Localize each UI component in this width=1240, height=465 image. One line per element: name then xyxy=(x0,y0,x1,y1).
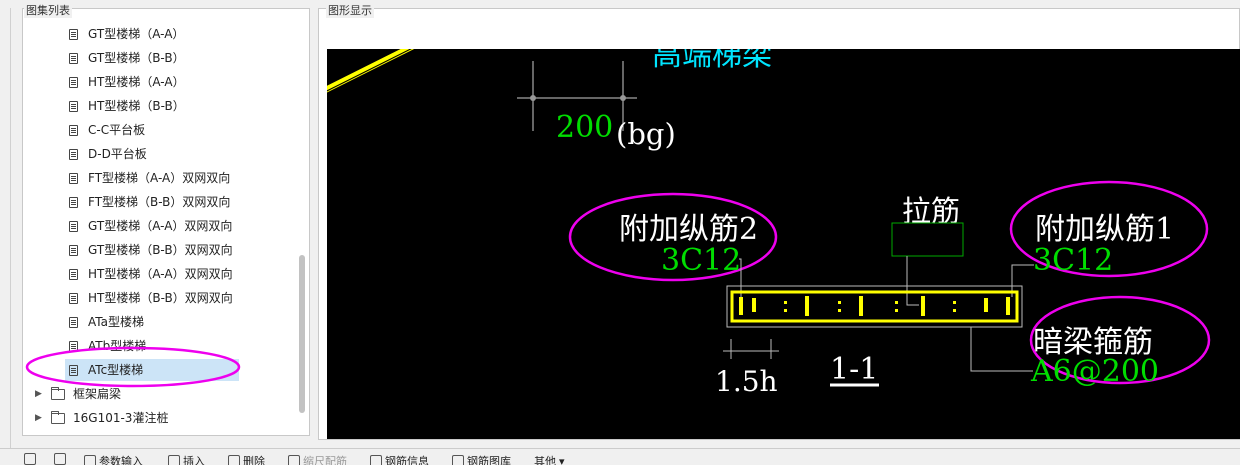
tree-item[interactable]: HT型楼梯（B-B） xyxy=(69,95,185,117)
stirrup-value: A6@200 xyxy=(1030,354,1159,389)
tree-item[interactable]: HT型楼梯（A-A）双网双向 xyxy=(69,263,233,285)
scale-rebar-button[interactable]: 缩尺配筋 xyxy=(288,453,347,465)
tree-item-label: HT型楼梯（A-A）双网双向 xyxy=(88,263,233,285)
section-label: 1-1 xyxy=(830,352,878,387)
document-icon xyxy=(69,317,78,328)
dim-node-left xyxy=(530,95,536,101)
selection-highlight-ellipse xyxy=(26,346,246,388)
tie-bar-leader xyxy=(907,256,919,305)
chevron-down-icon: ▾ xyxy=(559,455,565,465)
rebar-info-label: 钢筋信息 xyxy=(385,453,429,465)
expand-icon[interactable] xyxy=(24,453,36,465)
bottom-toolbar: 参数输入 插入 删除 缩尺配筋 钢筋信息 钢筋图库 其他▾ xyxy=(0,448,1240,465)
dim-suffix-bg: (bg) xyxy=(616,117,676,151)
tree-item[interactable]: FT型楼梯（A-A）双网双向 xyxy=(69,167,230,189)
tree-item-label: GT型楼梯（B-B）双网双向 xyxy=(88,239,233,261)
other-menu-button[interactable]: 其他▾ xyxy=(534,453,565,465)
document-icon xyxy=(69,293,78,304)
chevron-right-icon[interactable]: ▶ xyxy=(35,407,45,429)
param-input-label: 参数输入 xyxy=(99,453,143,465)
tree-item-label: FT型楼梯（B-B）双网双向 xyxy=(88,191,230,213)
drawing-canvas[interactable]: 高端梯梁 200 (bg) 拉筋 附加纵筋2 3C12 附加纵筋1 3C12 xyxy=(327,49,1240,439)
rebar-dots xyxy=(739,296,1010,316)
other-menu-label: 其他 xyxy=(534,453,556,465)
tree-item[interactable]: HT型楼梯（A-A） xyxy=(69,71,185,93)
tree-item[interactable]: GT型楼梯（B-B） xyxy=(69,47,185,69)
tree-item[interactable]: HT型楼梯（B-B）双网双向 xyxy=(69,287,233,309)
tree-item-label: C-C平台板 xyxy=(88,119,145,141)
document-icon xyxy=(69,101,78,112)
dim-node-right xyxy=(620,95,626,101)
insert-button[interactable]: 插入 xyxy=(168,453,205,465)
rebar-library-button[interactable]: 钢筋图库 xyxy=(452,453,511,465)
document-icon xyxy=(69,197,78,208)
tree-item-label: HT型楼梯（B-B）双网双向 xyxy=(88,287,233,309)
document-icon xyxy=(69,29,78,40)
delete-button[interactable]: 删除 xyxy=(228,453,265,465)
add-rebar-1-label: 附加纵筋1 xyxy=(1035,212,1174,247)
stair-slab-edge-line xyxy=(327,49,417,93)
tree-item[interactable]: C-C平台板 xyxy=(69,119,145,141)
param-input-button[interactable]: 参数输入 xyxy=(84,453,143,465)
tree-item-label: HT型楼梯（A-A） xyxy=(88,71,185,93)
tree-item-label: FT型楼梯（A-A）双网双向 xyxy=(88,167,230,189)
rebar-info-button[interactable]: 钢筋信息 xyxy=(370,453,429,465)
document-icon xyxy=(69,125,78,136)
add-rebar-1-value: 3C12 xyxy=(1033,243,1113,278)
dim-value-200: 200 xyxy=(556,110,613,145)
stirrup-leader xyxy=(971,327,1033,371)
folder-icon xyxy=(51,389,65,400)
drawing-svg: 高端梯梁 200 (bg) 拉筋 附加纵筋2 3C12 附加纵筋1 3C12 xyxy=(327,49,1240,439)
collapse-icon[interactable] xyxy=(54,453,66,465)
document-icon xyxy=(69,53,78,64)
add-rebar-2-value: 3C12 xyxy=(661,243,741,278)
tree-item-label: GT型楼梯（B-B） xyxy=(88,47,185,69)
document-icon xyxy=(69,173,78,184)
document-icon xyxy=(69,77,78,88)
tree-item[interactable]: GT型楼梯（A-A）双网双向 xyxy=(69,215,232,237)
tree-item-label: ATa型楼梯 xyxy=(88,311,144,333)
rebar-library-label: 钢筋图库 xyxy=(467,453,511,465)
folder-16g101-3[interactable]: ▶ 16G101-3灌注桩 xyxy=(35,407,168,429)
tree-item-label: GT型楼梯（A-A） xyxy=(88,23,184,45)
document-icon xyxy=(69,221,78,232)
document-icon xyxy=(69,245,78,256)
tree-item[interactable]: GT型楼梯（A-A） xyxy=(69,23,184,45)
scale-rebar-label: 缩尺配筋 xyxy=(303,453,347,465)
insert-label: 插入 xyxy=(183,453,205,465)
tree-item[interactable]: ATa型楼梯 xyxy=(69,311,144,333)
tree-scrollbar[interactable] xyxy=(299,255,305,413)
folder-label: 16G101-3灌注桩 xyxy=(73,407,168,429)
document-icon xyxy=(69,269,78,280)
tree-item[interactable]: D-D平台板 xyxy=(69,143,147,165)
tree-item-label: D-D平台板 xyxy=(88,143,147,165)
atlas-list-title: 图集列表 xyxy=(24,2,72,18)
stirrup-rect xyxy=(732,292,1017,321)
top-beam-label: 高端梯梁 xyxy=(652,49,772,73)
left-edge-splitter[interactable] xyxy=(0,8,11,448)
delete-label: 删除 xyxy=(243,453,265,465)
tree-item[interactable]: FT型楼梯（B-B）双网双向 xyxy=(69,191,230,213)
tree-item-label: HT型楼梯（B-B） xyxy=(88,95,185,117)
dim-15h-value: 1.5h xyxy=(715,365,778,398)
graphic-display-title: 图形显示 xyxy=(326,2,374,18)
folder-icon xyxy=(51,413,65,424)
tree-item-label: GT型楼梯（A-A）双网双向 xyxy=(88,215,232,237)
document-icon xyxy=(69,149,78,160)
add-rebar-2-label: 附加纵筋2 xyxy=(619,212,758,247)
tree-item[interactable]: GT型楼梯（B-B）双网双向 xyxy=(69,239,233,261)
